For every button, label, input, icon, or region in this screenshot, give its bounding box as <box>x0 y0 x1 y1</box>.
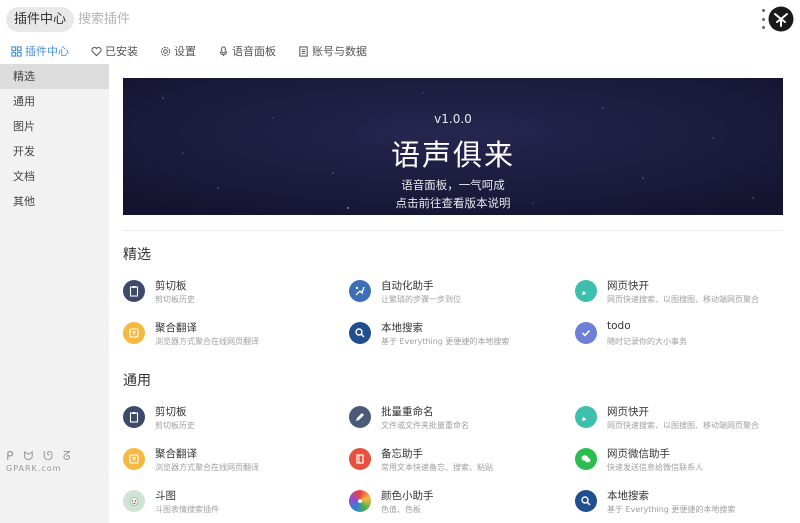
plugin-card[interactable]: 斗图 斗图表情搜索插件 <box>123 486 333 520</box>
plugin-desc: 快速发送信息给微信联系人 <box>607 463 703 472</box>
plugin-desc: 剪切板历史 <box>155 295 195 304</box>
heart-icon <box>91 46 102 56</box>
plugin-card[interactable]: 网页快开 网页快速搜索、以图搜图、移动端网页聚合 <box>575 276 785 310</box>
search-icon <box>575 490 597 512</box>
plugin-content: v1.0.0 语声俱来 语音面板，一气呵成 点击前往查看版本说明 精选 剪切板 … <box>109 64 800 523</box>
section-title-featured: 精选 <box>123 247 151 263</box>
translate-icon <box>123 448 145 470</box>
plugin-name: 剪切板 <box>155 406 187 418</box>
plugin-desc: 剪切板历史 <box>155 421 195 430</box>
banner-tagline: 语音面板，一气呵成 <box>401 178 505 192</box>
plugin-desc: 让繁琐的步骤一步到位 <box>381 295 461 304</box>
version-banner[interactable]: v1.0.0 语声俱来 语音面板，一气呵成 点击前往查看版本说明 <box>123 78 783 215</box>
plugin-name: 网页快开 <box>607 280 649 292</box>
automation-icon <box>349 280 371 302</box>
plugin-desc: 斗图表情搜索插件 <box>155 505 219 514</box>
search-input[interactable] <box>78 6 679 32</box>
sidebar-item-other[interactable]: 其他 <box>0 189 109 214</box>
tab-label: 语音面板 <box>232 45 276 58</box>
top-bar: 插件中心 <box>0 0 800 38</box>
plugin-name: 网页微信助手 <box>607 448 670 460</box>
plugin-name: 聚合翻译 <box>155 322 197 334</box>
grid-icon <box>11 45 22 57</box>
rename-icon <box>349 406 371 428</box>
sidebar-item-featured[interactable]: 精选 <box>0 64 109 89</box>
plugin-name: 自动化助手 <box>381 280 434 292</box>
tab-label: 插件中心 <box>25 45 69 58</box>
tab-label: 设置 <box>174 45 196 58</box>
sidebar-item-general[interactable]: 通用 <box>0 89 109 114</box>
translate-icon <box>123 322 145 344</box>
plugin-card[interactable]: 聚合翻译 浏览器方式聚合在线网页翻译 <box>123 444 333 478</box>
plugin-card[interactable]: 备忘助手 常用文本快速备忘、搜索、粘贴 <box>349 444 559 478</box>
color-wheel-icon <box>349 490 371 512</box>
rocket-icon <box>575 406 597 428</box>
plugin-name: 备忘助手 <box>381 448 423 460</box>
wechat-icon <box>575 448 597 470</box>
tab-voice-panel[interactable]: 语音面板 <box>207 38 287 64</box>
sidebar-item-development[interactable]: 开发 <box>0 139 109 164</box>
plugin-name: 聚合翻译 <box>155 448 197 460</box>
watermark-glyphs: ᑭ ᗢ ᘎ ᘔ <box>6 449 74 463</box>
plugin-card[interactable]: 本地搜索 基于 Everything 更便捷的本地搜索 <box>575 486 785 520</box>
plugin-desc: 文件或文件夹批量重命名 <box>381 421 469 430</box>
face-icon <box>123 490 145 512</box>
plugin-name: 本地搜索 <box>381 322 423 334</box>
plugin-card[interactable]: 聚合翻译 浏览器方式聚合在线网页翻译 <box>123 318 333 352</box>
plugin-card[interactable]: 剪切板 剪切板历史 <box>123 402 333 436</box>
tab-plugin-center[interactable]: 插件中心 <box>0 38 80 64</box>
clipboard-icon <box>123 406 145 428</box>
banner-link-text: 点击前往查看版本说明 <box>395 196 511 210</box>
plugin-desc: 网页快速搜索、以图搜图、移动端网页聚合 <box>607 421 759 430</box>
plugin-desc: 浏览器方式聚合在线网页翻译 <box>155 463 259 472</box>
plugin-desc: 网页快速搜索、以图搜图、移动端网页聚合 <box>607 295 759 304</box>
plugin-card[interactable]: 批量重命名 文件或文件夹批量重命名 <box>349 402 559 436</box>
sidebar-item-images[interactable]: 图片 <box>0 114 109 139</box>
tab-label: 已安装 <box>105 45 138 58</box>
sidebar-item-documents[interactable]: 文档 <box>0 164 109 189</box>
plugin-card[interactable]: 网页微信助手 快速发送信息给微信联系人 <box>575 444 785 478</box>
document-icon <box>299 45 308 57</box>
plugin-name: 剪切板 <box>155 280 187 292</box>
more-menu-icon[interactable] <box>760 9 766 29</box>
plugin-desc: 基于 Everything 更便捷的本地搜索 <box>607 505 736 514</box>
memo-icon <box>349 448 371 470</box>
rocket-icon <box>575 280 597 302</box>
plugin-desc: 色值、色板 <box>381 505 421 514</box>
plugin-card[interactable]: 网页快开 网页快速搜索、以图搜图、移动端网页聚合 <box>575 402 785 436</box>
plugin-card[interactable]: 颜色小助手 色值、色板 <box>349 486 559 520</box>
banner-version: v1.0.0 <box>434 112 472 126</box>
plugin-desc: 基于 Everything 更便捷的本地搜索 <box>381 337 510 346</box>
plugin-card[interactable]: 本地搜索 基于 Everything 更便捷的本地搜索 <box>349 318 559 352</box>
microphone-icon <box>219 45 228 56</box>
watermark-logo: ᑭ ᗢ ᘎ ᘔ GPARK.com <box>6 449 74 473</box>
clipboard-icon <box>123 280 145 302</box>
banner-title: 语声俱来 <box>390 138 515 172</box>
app-title-chip[interactable]: 插件中心 <box>6 6 75 32</box>
watermark-text: GPARK.com <box>6 464 62 473</box>
app-logo-icon[interactable] <box>768 6 794 32</box>
tab-settings[interactable]: 设置 <box>149 38 207 64</box>
gear-icon <box>160 46 171 56</box>
plugin-card[interactable]: 剪切板 剪切板历史 <box>123 276 333 310</box>
plugin-name: 网页快开 <box>607 406 649 418</box>
plugin-name: 本地搜索 <box>607 490 649 502</box>
plugin-name: 颜色小助手 <box>381 490 434 502</box>
tab-label: 账号与数据 <box>312 45 367 58</box>
plugin-card[interactable]: 自动化助手 让繁琐的步骤一步到位 <box>349 276 559 310</box>
plugin-name: todo <box>607 320 631 332</box>
plugin-name: 斗图 <box>155 490 176 502</box>
plugin-desc: 随时记录你的大小事务 <box>607 337 687 346</box>
plugin-desc: 常用文本快速备忘、搜索、粘贴 <box>381 463 493 472</box>
nav-tabs: 插件中心 已安装 设置 语音面板 账号与数据 <box>0 38 800 64</box>
tab-installed[interactable]: 已安装 <box>80 38 149 64</box>
tab-account-data[interactable]: 账号与数据 <box>287 38 378 64</box>
section-divider <box>123 230 783 231</box>
plugin-card[interactable]: todo 随时记录你的大小事务 <box>575 318 785 352</box>
plugin-desc: 浏览器方式聚合在线网页翻译 <box>155 337 259 346</box>
plugin-name: 批量重命名 <box>381 406 434 418</box>
search-icon <box>349 322 371 344</box>
check-icon <box>575 322 597 344</box>
section-title-general: 通用 <box>123 373 151 389</box>
